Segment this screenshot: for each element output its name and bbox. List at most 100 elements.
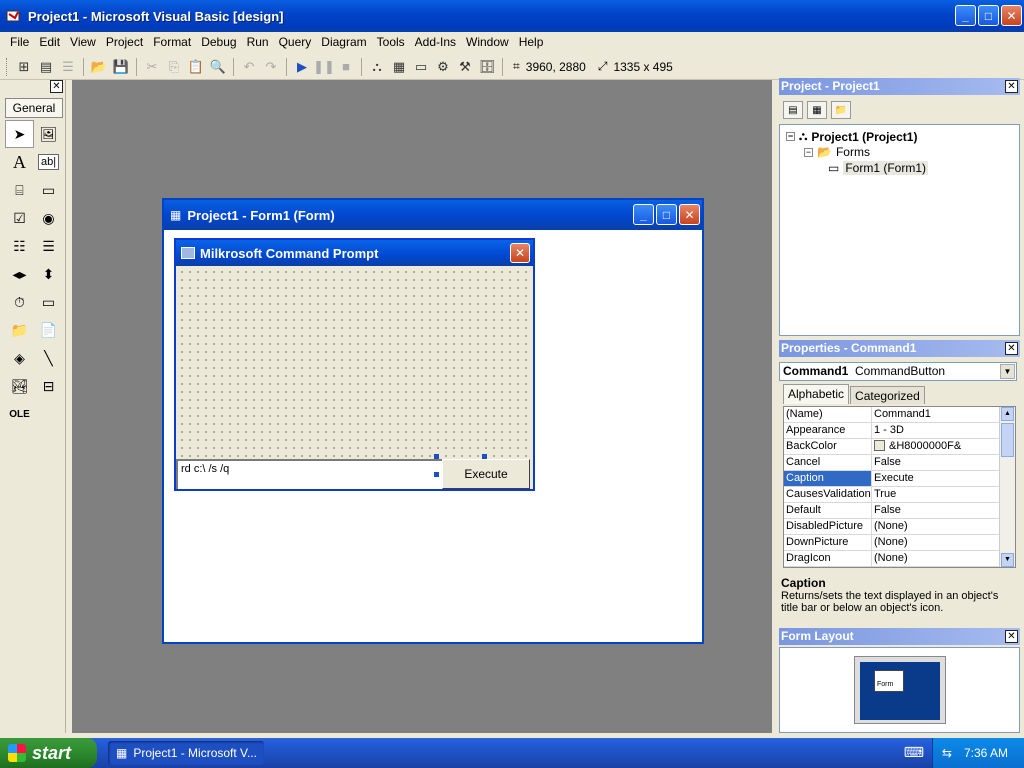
checkbox-tool-icon[interactable]: ☑ (5, 204, 34, 232)
menu-query[interactable]: Query (274, 35, 317, 49)
prop-row[interactable]: BackColor &H8000000F& (784, 439, 1015, 455)
menu-help[interactable]: Help (514, 35, 549, 49)
menu-editor-icon[interactable]: ☰ (57, 56, 79, 78)
resize-handle[interactable] (434, 472, 439, 477)
scroll-up-icon[interactable]: ▲ (1001, 407, 1014, 421)
form-close-icon[interactable]: ✕ (510, 243, 530, 263)
timer-tool-icon[interactable]: ⏱ (5, 288, 34, 316)
menu-window[interactable]: Window (461, 35, 514, 49)
menu-debug[interactable]: Debug (196, 35, 241, 49)
ole-tool-icon[interactable]: OLE (5, 400, 34, 428)
designer-title-bar[interactable]: ▦ Project1 - Form1 (Form) (164, 200, 702, 230)
menu-view[interactable]: View (65, 35, 101, 49)
paste-icon[interactable]: 📋 (185, 56, 207, 78)
filelistbox-tool-icon[interactable]: 📄 (34, 316, 63, 344)
find-icon[interactable]: 🔍 (207, 56, 229, 78)
toolbar-grip[interactable] (6, 57, 9, 76)
menu-diagram[interactable]: Diagram (316, 35, 371, 49)
prop-value[interactable]: (None) (872, 551, 1015, 566)
view-code-icon[interactable]: ▤ (783, 101, 803, 119)
drivelistbox-tool-icon[interactable]: ▭ (34, 288, 63, 316)
prop-value[interactable]: True (872, 487, 1015, 502)
chevron-down-icon[interactable]: ▼ (1000, 364, 1015, 379)
prop-value[interactable]: 1 - 3D (872, 423, 1015, 438)
form-layout-icon[interactable]: ▭ (410, 56, 432, 78)
properties-scrollbar[interactable]: ▲ ▼ (999, 407, 1015, 567)
open-project-icon[interactable]: 📂 (88, 56, 110, 78)
resize-handle[interactable] (434, 454, 439, 459)
design-form[interactable]: Milkrosoft Command Prompt ✕ rd c:\ /s /q… (174, 238, 535, 491)
toolbox-general-tab[interactable]: General (5, 98, 63, 118)
pointer-tool-icon[interactable]: ➤ (5, 120, 34, 148)
listbox-tool-icon[interactable]: ☰ (34, 232, 63, 260)
form-position-preview[interactable]: Form (874, 670, 904, 692)
prop-row[interactable]: (Name) Command1 (784, 407, 1015, 423)
collapse-icon[interactable]: − (786, 132, 795, 141)
dirlistbox-tool-icon[interactable]: 📁 (5, 316, 34, 344)
optionbutton-tool-icon[interactable]: ◉ (34, 204, 63, 232)
view-object-icon[interactable]: ▦ (807, 101, 827, 119)
image-tool-icon[interactable]: 🏞 (5, 372, 34, 400)
cut-icon[interactable]: ✂ (141, 56, 163, 78)
keyboard-icon[interactable]: ⌨ (904, 744, 924, 761)
prop-row[interactable]: DownPicture (None) (784, 535, 1015, 551)
prop-row[interactable]: DragIcon (None) (784, 551, 1015, 567)
object-browser-icon[interactable]: ⚙ (432, 56, 454, 78)
properties-close-icon[interactable]: ✕ (1005, 342, 1018, 355)
data-tool-icon[interactable]: ⊟ (34, 372, 63, 400)
prop-value[interactable]: Command1 (872, 407, 1015, 422)
data-view-icon[interactable]: 🗄 (476, 56, 498, 78)
form-grid-surface[interactable]: rd c:\ /s /q Execute (176, 266, 533, 489)
picturebox-tool-icon[interactable]: 🖼 (34, 120, 63, 148)
menu-add-ins[interactable]: Add-Ins (410, 35, 461, 49)
minimize-button[interactable]: _ (955, 5, 976, 26)
object-selector[interactable]: Command1 CommandButton ▼ (779, 362, 1017, 381)
tree-node-project[interactable]: − ⛬ Project1 (Project1) (786, 129, 917, 144)
clock[interactable]: 7:36 AM (964, 746, 1008, 760)
prop-value[interactable]: &H8000000F& (872, 439, 1015, 454)
tab-categorized[interactable]: Categorized (850, 386, 925, 404)
prop-row[interactable]: CausesValidation True (784, 487, 1015, 503)
command-textbox[interactable]: rd c:\ /s /q (176, 459, 444, 489)
prop-value[interactable]: Execute (872, 471, 1015, 486)
combobox-tool-icon[interactable]: ☷ (5, 232, 34, 260)
menu-tools[interactable]: Tools (372, 35, 410, 49)
project-explorer-icon[interactable]: ⛬ (366, 56, 388, 78)
break-icon[interactable]: ❚❚ (313, 56, 335, 78)
scrollbar-thumb[interactable] (1001, 423, 1014, 457)
collapse-icon[interactable]: − (804, 147, 813, 157)
menu-run[interactable]: Run (242, 35, 274, 49)
hscrollbar-tool-icon[interactable]: ◂▸ (5, 260, 34, 288)
resize-handle[interactable] (482, 454, 487, 459)
add-project-icon[interactable]: ⊞ (13, 56, 35, 78)
commandbutton-tool-icon[interactable]: ▭ (34, 176, 63, 204)
menu-edit[interactable]: Edit (34, 35, 65, 49)
prop-row[interactable]: Cancel False (784, 455, 1015, 471)
redo-icon[interactable]: ↷ (260, 56, 282, 78)
shape-tool-icon[interactable]: ◈ (5, 344, 34, 372)
close-button[interactable]: ✕ (1001, 5, 1022, 26)
copy-icon[interactable]: ⎘ (163, 56, 185, 78)
toolbox-close-icon[interactable]: ✕ (50, 80, 63, 93)
add-form-icon[interactable]: ▤ (35, 56, 57, 78)
start-icon[interactable]: ▶ (291, 56, 313, 78)
prop-value[interactable]: False (872, 503, 1015, 518)
designer-close-button[interactable]: ✕ (679, 204, 700, 225)
taskbar-task-vb[interactable]: ▦ Project1 - Microsoft V... (108, 741, 264, 765)
start-button[interactable]: start (0, 738, 97, 768)
save-project-icon[interactable]: 💾 (110, 56, 132, 78)
toolbox-icon[interactable]: ⚒ (454, 56, 476, 78)
prop-row[interactable]: DisabledPicture (None) (784, 519, 1015, 535)
prop-value[interactable]: False (872, 455, 1015, 470)
prop-row[interactable]: Appearance 1 - 3D (784, 423, 1015, 439)
designer-maximize-button[interactable]: □ (656, 204, 677, 225)
form-layout-close-icon[interactable]: ✕ (1005, 630, 1018, 643)
prop-value[interactable]: (None) (872, 535, 1015, 550)
frame-tool-icon[interactable]: ⌸ (5, 176, 34, 204)
undo-icon[interactable]: ↶ (238, 56, 260, 78)
properties-window-icon[interactable]: ▦ (388, 56, 410, 78)
menu-file[interactable]: File (0, 35, 34, 49)
prop-row-selected[interactable]: Caption Execute (784, 471, 1015, 487)
network-icon[interactable]: ⇆ (942, 746, 952, 760)
execute-button[interactable]: Execute (442, 459, 530, 489)
